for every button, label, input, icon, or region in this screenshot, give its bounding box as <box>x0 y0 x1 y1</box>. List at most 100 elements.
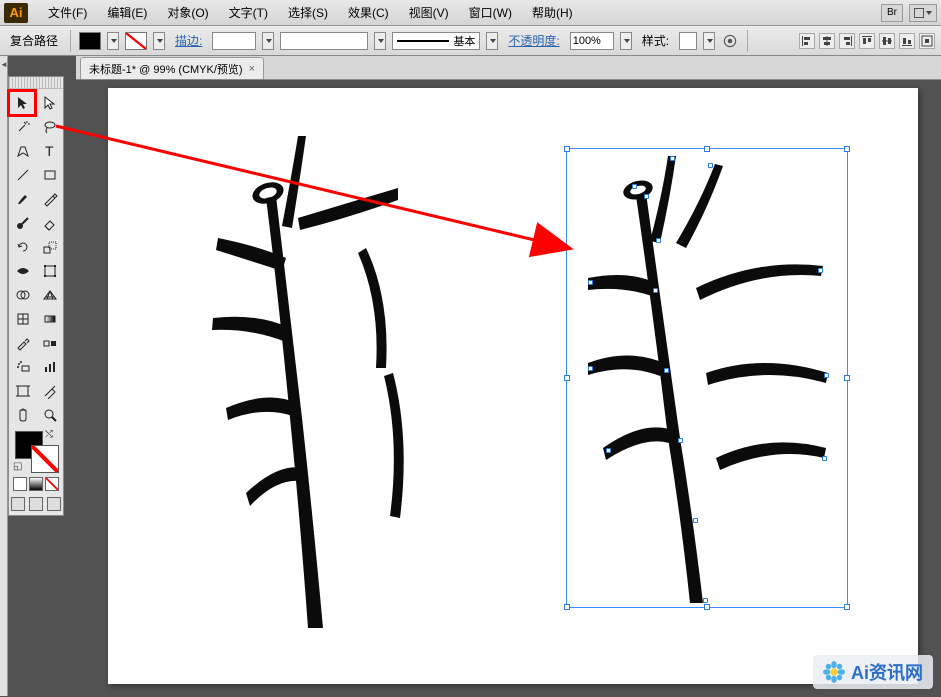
arrange-documents-button[interactable] <box>909 4 937 22</box>
menu-select[interactable]: 选择(S) <box>278 1 338 24</box>
document-tab-label: 未标题-1* @ 99% (CMYK/预览) <box>89 61 243 77</box>
panel-collapse-strip[interactable]: ◄◄ <box>0 56 8 696</box>
lasso-tool[interactable] <box>36 115 63 139</box>
stroke-weight-dropdown[interactable] <box>262 32 274 50</box>
zoom-tool[interactable] <box>36 403 63 427</box>
selection-handle-w[interactable] <box>564 375 570 381</box>
selection-tool[interactable] <box>9 91 36 115</box>
mesh-tool[interactable] <box>9 307 36 331</box>
menu-bar: Ai 文件(F) 编辑(E) 对象(O) 文字(T) 选择(S) 效果(C) 视… <box>0 0 941 26</box>
rotate-tool[interactable] <box>9 235 36 259</box>
artboard-tool[interactable] <box>9 379 36 403</box>
artwork-plant-left[interactable] <box>148 118 448 638</box>
scale-tool[interactable] <box>36 235 63 259</box>
gradient-tool[interactable] <box>36 307 63 331</box>
canvas-viewport[interactable]: Ai资讯网 <box>76 80 941 697</box>
opacity-label[interactable]: 不透明度: <box>504 32 563 49</box>
menu-help[interactable]: 帮助(H) <box>522 1 583 24</box>
screen-mode-row <box>9 493 63 515</box>
align-hcenter-icon[interactable] <box>819 33 835 49</box>
selection-handle-e[interactable] <box>844 375 850 381</box>
width-profile-dropdown[interactable] <box>374 32 386 50</box>
selection-bounding-box[interactable] <box>566 148 848 608</box>
selection-handle-s[interactable] <box>704 604 710 610</box>
eraser-tool[interactable] <box>36 211 63 235</box>
align-top-icon[interactable] <box>859 33 875 49</box>
direct-selection-tool[interactable] <box>36 91 63 115</box>
selection-type-label: 复合路径 <box>6 32 62 49</box>
blob-brush-tool[interactable] <box>9 211 36 235</box>
color-mode-solid[interactable] <box>13 477 27 491</box>
align-left-icon[interactable] <box>799 33 815 49</box>
eyedropper-tool[interactable] <box>9 331 36 355</box>
color-mode-gradient[interactable] <box>29 477 43 491</box>
artboard[interactable] <box>108 88 918 684</box>
symbol-sprayer-tool[interactable] <box>9 355 36 379</box>
fill-stroke-control[interactable]: ⤭ ◱ <box>9 427 63 475</box>
panel-grip[interactable] <box>9 77 63 89</box>
stroke-swatch[interactable] <box>125 32 147 50</box>
type-tool[interactable]: T <box>36 139 63 163</box>
magic-wand-tool[interactable] <box>9 115 36 139</box>
stroke-color-box[interactable] <box>31 445 59 473</box>
opacity-dropdown[interactable] <box>620 32 632 50</box>
brush-label: 基本 <box>453 33 475 49</box>
shape-builder-tool[interactable] <box>9 283 36 307</box>
flower-icon <box>823 661 845 683</box>
close-tab-icon[interactable]: × <box>249 63 255 75</box>
blend-tool[interactable] <box>36 331 63 355</box>
pencil-tool[interactable] <box>36 187 63 211</box>
selection-handle-nw[interactable] <box>564 146 570 152</box>
selection-handle-n[interactable] <box>704 146 710 152</box>
tools-panel: T ⤭ <box>8 76 64 516</box>
menu-edit[interactable]: 编辑(E) <box>97 1 157 24</box>
stroke-dropdown[interactable] <box>153 32 165 50</box>
style-dropdown[interactable] <box>703 32 715 50</box>
menu-effect[interactable]: 效果(C) <box>338 1 399 24</box>
pen-tool[interactable] <box>9 139 36 163</box>
column-graph-tool[interactable] <box>36 355 63 379</box>
rectangle-tool[interactable] <box>36 163 63 187</box>
selection-handle-se[interactable] <box>844 604 850 610</box>
stroke-weight-input[interactable] <box>212 32 256 50</box>
free-transform-tool[interactable] <box>36 259 63 283</box>
bridge-button[interactable]: Br <box>881 4 903 22</box>
document-tab[interactable]: 未标题-1* @ 99% (CMYK/预览) × <box>80 57 264 79</box>
menu-view[interactable]: 视图(V) <box>399 1 459 24</box>
document-area: 未标题-1* @ 99% (CMYK/预览) × <box>76 56 941 697</box>
selection-handle-sw[interactable] <box>564 604 570 610</box>
color-mode-none[interactable] <box>45 477 59 491</box>
opacity-input[interactable] <box>570 32 614 50</box>
line-tool[interactable] <box>9 163 36 187</box>
align-bottom-icon[interactable] <box>899 33 915 49</box>
watermark-badge: Ai资讯网 <box>813 655 933 689</box>
brush-dropdown[interactable] <box>486 32 498 50</box>
menu-file[interactable]: 文件(F) <box>38 1 97 24</box>
paintbrush-tool[interactable] <box>9 187 36 211</box>
draw-normal-icon[interactable] <box>11 497 25 511</box>
selection-handle-ne[interactable] <box>844 146 850 152</box>
fill-swatch[interactable] <box>79 32 101 50</box>
draw-inside-icon[interactable] <box>47 497 61 511</box>
draw-behind-icon[interactable] <box>29 497 43 511</box>
align-vcenter-icon[interactable] <box>879 33 895 49</box>
hand-tool[interactable] <box>9 403 36 427</box>
slice-tool[interactable] <box>36 379 63 403</box>
graphic-style-swatch[interactable] <box>679 32 697 50</box>
perspective-grid-tool[interactable] <box>36 283 63 307</box>
variable-width-profile[interactable] <box>280 32 368 50</box>
recolor-artwork-icon[interactable] <box>721 32 739 50</box>
swap-fill-stroke-icon[interactable]: ⤭ <box>45 429 53 440</box>
menu-window[interactable]: 窗口(W) <box>459 1 522 24</box>
align-right-icon[interactable] <box>839 33 855 49</box>
menu-type[interactable]: 文字(T) <box>219 1 278 24</box>
stroke-label[interactable]: 描边: <box>171 32 206 49</box>
width-tool[interactable] <box>9 259 36 283</box>
menu-object[interactable]: 对象(O) <box>157 1 218 24</box>
transform-panel-icon[interactable] <box>919 33 935 49</box>
fill-dropdown[interactable] <box>107 32 119 50</box>
style-label: 样式: <box>638 32 673 49</box>
color-mode-row <box>9 475 63 493</box>
default-fill-stroke-icon[interactable]: ◱ <box>13 461 22 472</box>
brush-definition[interactable]: 基本 <box>392 32 480 50</box>
